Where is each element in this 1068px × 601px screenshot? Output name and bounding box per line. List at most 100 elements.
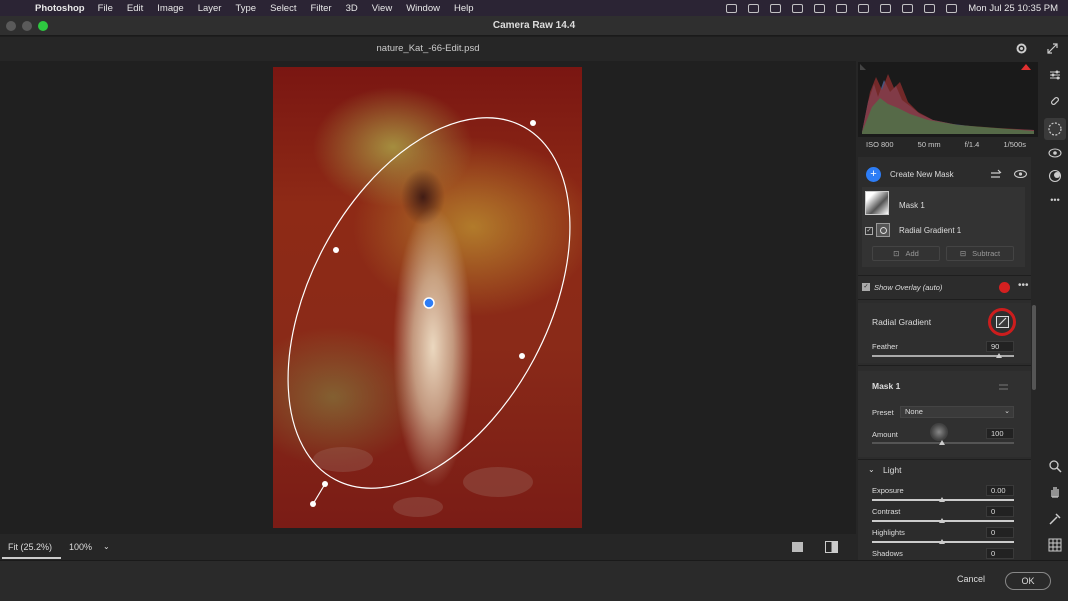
shadow-clipping-icon[interactable] <box>860 64 866 70</box>
rotation-handle[interactable] <box>310 501 316 507</box>
edit-sliders-icon[interactable] <box>1048 68 1062 82</box>
gear-icon[interactable] <box>1015 42 1028 55</box>
battery-icon[interactable] <box>902 3 914 13</box>
zoom-icon[interactable] <box>1048 459 1062 473</box>
menu-image[interactable]: Image <box>157 3 183 14</box>
menu-filter[interactable]: Filter <box>310 3 331 14</box>
feather-value-input[interactable]: 90 <box>986 341 1014 352</box>
screen-mirror-icon[interactable] <box>814 3 826 13</box>
single-view-icon[interactable] <box>792 542 803 552</box>
ellipse-center-pin[interactable] <box>423 297 435 309</box>
preset-dropdown[interactable]: None ⌄ <box>900 406 1014 418</box>
ellipse-handle-right[interactable] <box>519 353 525 359</box>
menu-select[interactable]: Select <box>270 3 296 14</box>
menu-view[interactable]: View <box>372 3 392 14</box>
plus-icon[interactable]: + <box>866 167 881 182</box>
globe-icon[interactable] <box>792 3 804 13</box>
divider <box>858 299 1031 300</box>
spotlight-icon[interactable] <box>924 3 936 13</box>
more-options-icon[interactable]: ••• <box>1018 280 1029 291</box>
chevron-down-icon[interactable]: ⌄ <box>868 465 875 474</box>
invert-mask-icon[interactable] <box>990 169 1002 179</box>
contrast-value-input[interactable]: 0 <box>986 506 1014 517</box>
ellipse-handle-left[interactable] <box>333 247 339 253</box>
exposure-value-input[interactable]: 0.00 <box>986 485 1014 496</box>
add-button[interactable]: ⊡ Add <box>872 246 940 261</box>
menu-type[interactable]: Type <box>235 3 256 14</box>
menu-3d[interactable]: 3D <box>346 3 358 14</box>
light-section-title[interactable]: Light <box>883 465 901 475</box>
highlights-slider-thumb[interactable] <box>939 539 945 544</box>
red-eye-icon[interactable] <box>1048 146 1062 160</box>
amount-dial[interactable] <box>930 423 948 441</box>
exposure-slider-thumb[interactable] <box>939 497 945 502</box>
preset-value: None <box>905 407 923 416</box>
contrast-slider-thumb[interactable] <box>939 518 945 523</box>
reset-icon[interactable] <box>998 381 1010 391</box>
shadows-value-input[interactable]: 0 <box>986 548 1014 559</box>
app-menu[interactable]: Photoshop <box>35 3 85 14</box>
menu-window[interactable]: Window <box>406 3 440 14</box>
radial-gradient-title: Radial Gradient <box>872 317 932 327</box>
highlights-label: Highlights <box>872 528 905 537</box>
exif-iso: ISO 800 <box>866 140 894 149</box>
zoom-100-button[interactable]: 100% <box>69 542 92 552</box>
mask-1-item[interactable]: Mask 1 <box>899 201 925 210</box>
exif-info: ISO 800 50 mm f/1.4 1/500s <box>858 140 1034 152</box>
menu-edit[interactable]: Edit <box>127 3 143 14</box>
wifi-icon[interactable] <box>880 3 892 13</box>
feather-slider-track[interactable] <box>872 355 1014 357</box>
menu-layer[interactable]: Layer <box>198 3 222 14</box>
camera-icon[interactable] <box>726 3 738 13</box>
highlight-clipping-icon[interactable] <box>1021 64 1031 70</box>
grid-icon[interactable] <box>1048 538 1062 552</box>
menu-file[interactable]: File <box>98 3 113 14</box>
more-tools-icon[interactable]: ••• <box>1048 193 1062 207</box>
radial-gradient-overlay[interactable] <box>273 67 582 528</box>
zoom-dropdown-icon[interactable]: ⌄ <box>103 542 110 551</box>
create-new-mask-button[interactable]: Create New Mask <box>890 170 954 179</box>
ellipse-handle-bottom[interactable] <box>322 481 328 487</box>
amount-slider-thumb[interactable] <box>939 440 945 445</box>
eye-icon[interactable] <box>1014 169 1027 179</box>
feather-slider-thumb[interactable] <box>996 353 1002 358</box>
highlights-value-input[interactable]: 0 <box>986 527 1014 538</box>
control-center-icon[interactable] <box>946 3 958 13</box>
ellipse-handle-top[interactable] <box>530 120 536 126</box>
radial-gradient-thumbnail[interactable] <box>876 223 890 237</box>
radial-gradient-1-item[interactable]: Radial Gradient 1 <box>899 226 961 235</box>
ok-button[interactable]: OK <box>1005 572 1051 590</box>
subtract-button-label: Subtract <box>972 249 1001 258</box>
show-overlay-row: ✓ Show Overlay (auto) ••• <box>858 280 1031 295</box>
hand-icon[interactable] <box>1048 484 1062 498</box>
feather-label: Feather <box>872 342 898 351</box>
bookmark-icon[interactable] <box>836 3 848 13</box>
shadows-label: Shadows <box>872 549 903 558</box>
creative-cloud-icon[interactable] <box>748 3 760 13</box>
invert-gradient-icon[interactable] <box>996 316 1009 328</box>
presets-icon[interactable] <box>1048 169 1062 183</box>
show-overlay-checkbox[interactable]: ✓ <box>862 283 870 291</box>
cancel-button[interactable]: Cancel <box>946 574 996 584</box>
bluetooth-icon[interactable] <box>858 3 870 13</box>
dropbox-icon[interactable] <box>770 3 782 13</box>
create-mask-row: + Create New Mask <box>858 165 1031 183</box>
masking-tool[interactable] <box>1044 118 1066 140</box>
masking-panel: + Create New Mask Mask 1 ✓ Radial Gradie… <box>858 157 1031 561</box>
healing-brush-icon[interactable] <box>1048 94 1062 108</box>
settings-bar <box>856 37 1068 61</box>
component-checkbox[interactable]: ✓ <box>865 227 873 235</box>
eyedropper-icon[interactable] <box>1048 512 1062 526</box>
fullscreen-icon[interactable] <box>1046 42 1059 55</box>
menu-clock[interactable]: Mon Jul 25 10:35 PM <box>968 3 1058 14</box>
fit-zoom-button[interactable]: Fit (25.2%) <box>8 542 52 552</box>
menu-help[interactable]: Help <box>454 3 474 14</box>
mask-thumbnail[interactable] <box>865 191 889 215</box>
panel-scrollbar[interactable] <box>1032 305 1036 390</box>
tool-strip: ••• <box>1040 62 1068 562</box>
before-after-icon[interactable] <box>825 541 838 553</box>
amount-value-input[interactable]: 100 <box>986 428 1014 439</box>
overlay-color-swatch[interactable] <box>999 282 1010 293</box>
subtract-button[interactable]: ⊟ Subtract <box>946 246 1014 261</box>
mask-adjustments-section: Mask 1 Preset None ⌄ Amount 100 <box>858 371 1031 457</box>
